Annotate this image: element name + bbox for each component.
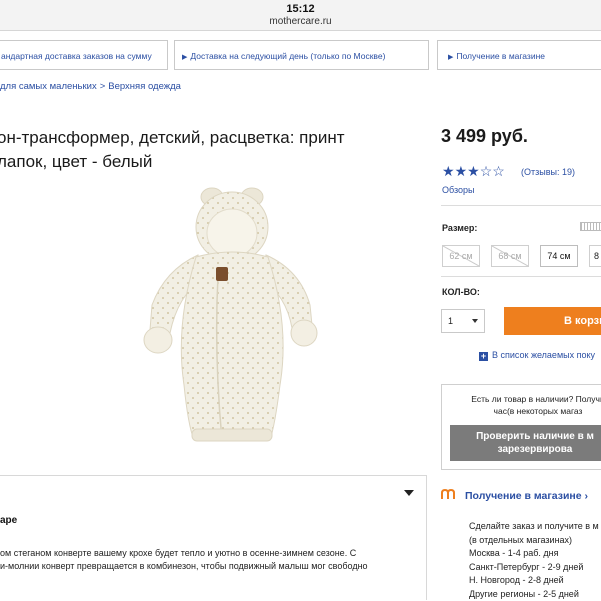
divider bbox=[441, 205, 601, 206]
quantity-value: 1 bbox=[448, 316, 453, 326]
star-filled-icon: ★ bbox=[455, 163, 468, 179]
divider bbox=[0, 475, 426, 476]
availability-question-line1: Есть ли товар в наличии? Получи bbox=[458, 393, 601, 405]
star-filled-icon: ★ bbox=[442, 163, 455, 179]
product-image[interactable] bbox=[130, 185, 335, 450]
browser-status-bar: 15:12 mothercare.ru bbox=[0, 0, 601, 31]
check-availability-label-line2: зарезервирова bbox=[450, 443, 601, 456]
address-bar-url[interactable]: mothercare.ru bbox=[0, 16, 601, 27]
size-option-80[interactable]: 8 bbox=[589, 245, 601, 267]
availability-question-line2: час(в некоторых магаз bbox=[458, 405, 601, 417]
star-empty-icon: ☆ bbox=[480, 163, 493, 179]
size-label: Размер: bbox=[442, 223, 477, 233]
product-price: 3 499 руб. bbox=[441, 126, 528, 147]
check-availability-label-line1: Проверить наличие в м bbox=[450, 430, 601, 443]
pickup-line: Сделайте заказ и получите в м bbox=[469, 520, 599, 534]
description-line1: ом стеганом конверте вашему крохе будет … bbox=[0, 547, 430, 560]
triangle-right-icon: ▶ bbox=[182, 54, 187, 61]
size-option-62[interactable]: 62 см bbox=[442, 245, 480, 267]
plus-icon: + bbox=[479, 352, 488, 361]
size-guide-ruler-icon[interactable] bbox=[580, 222, 601, 231]
check-availability-button[interactable]: Проверить наличие в м зарезервирова bbox=[450, 425, 601, 461]
breadcrumb: для самых маленьких>Верхняя одежда bbox=[0, 81, 181, 92]
pickup-line: Санкт-Петербург - 2-9 дней bbox=[469, 561, 599, 575]
chevron-down-icon bbox=[472, 319, 478, 323]
breadcrumb-link-outerwear[interactable]: Верхняя одежда bbox=[108, 81, 181, 92]
description-line2: и-молнии конверт превращается в комбинез… bbox=[0, 560, 430, 573]
divider bbox=[441, 276, 601, 277]
size-option-68[interactable]: 68 см bbox=[491, 245, 529, 267]
delivery-store-pickup-label: Получение в магазине bbox=[456, 51, 545, 61]
breadcrumb-separator: > bbox=[100, 81, 106, 92]
pickup-line: Н. Новгород - 2-8 дней bbox=[469, 574, 599, 588]
reviews-link[interactable]: Обзоры bbox=[442, 185, 474, 195]
pickup-line: Москва - 1-4 раб. дня bbox=[469, 547, 599, 561]
delivery-store-pickup[interactable]: ▶Получение в магазине bbox=[437, 40, 601, 70]
chevron-right-icon: › bbox=[585, 490, 589, 502]
reviews-count-link[interactable]: (Отзывы: 19) bbox=[521, 167, 575, 177]
availability-panel: Есть ли товар в наличии? Получи час(в не… bbox=[441, 384, 601, 470]
store-pickup-details: Сделайте заказ и получите в м (в отдельн… bbox=[469, 520, 599, 601]
star-empty-icon: ☆ bbox=[492, 163, 505, 179]
mothercare-logo-icon bbox=[441, 489, 455, 500]
add-to-wishlist-link[interactable]: + В список желаемых поку bbox=[479, 350, 595, 361]
description-title: аре bbox=[0, 515, 17, 526]
product-title-line2: лапок, цвет - белый bbox=[0, 150, 417, 174]
description-text: ом стеганом конверте вашему крохе будет … bbox=[0, 547, 430, 573]
pickup-line: Другие регионы - 2-5 дней bbox=[469, 588, 599, 601]
availability-question: Есть ли товар в наличии? Получи час(в не… bbox=[458, 393, 601, 417]
wishlist-label: В список желаемых поку bbox=[492, 350, 595, 360]
store-pickup-heading[interactable]: Получение в магазине › bbox=[441, 489, 588, 502]
product-title-line1: он-трансформер, детский, расцветка: прин… bbox=[0, 126, 417, 150]
store-pickup-title: Получение в магазине bbox=[465, 490, 582, 502]
size-option-74[interactable]: 74 см bbox=[540, 245, 578, 267]
breadcrumb-link-babies[interactable]: для самых маленьких bbox=[0, 81, 97, 92]
clock: 15:12 bbox=[0, 3, 601, 15]
delivery-standard[interactable]: андартная доставка заказов на сумму bbox=[0, 40, 168, 70]
divider bbox=[426, 475, 427, 600]
rating-stars: ★★★☆☆ bbox=[442, 163, 505, 180]
quantity-label: КОЛ-ВО: bbox=[442, 287, 480, 297]
star-filled-icon: ★ bbox=[467, 163, 480, 179]
add-to-cart-button[interactable]: В корзи bbox=[504, 307, 601, 335]
delivery-standard-label: андартная доставка заказов на сумму bbox=[1, 51, 152, 61]
triangle-right-icon: ▶ bbox=[448, 54, 453, 61]
quantity-select[interactable]: 1 bbox=[441, 309, 485, 333]
chevron-down-icon[interactable] bbox=[404, 490, 414, 496]
delivery-next-day-label: Доставка на следующий день (только по Мо… bbox=[190, 51, 385, 61]
delivery-next-day[interactable]: ▶Доставка на следующий день (только по М… bbox=[174, 40, 429, 70]
product-title: он-трансформер, детский, расцветка: прин… bbox=[0, 126, 417, 174]
pickup-line: (в отдельных магазинах) bbox=[469, 534, 599, 548]
